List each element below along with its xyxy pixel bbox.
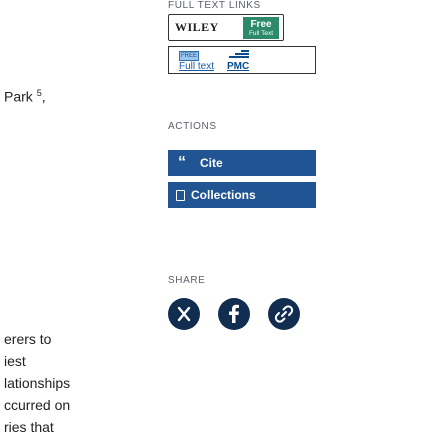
share-facebook-button[interactable] (218, 298, 250, 330)
collections-label: Collections (191, 188, 256, 202)
article-line: Park 5, (4, 88, 46, 105)
share-permalink-button[interactable] (268, 298, 300, 330)
article-line-punctuation: , (41, 88, 46, 105)
pmc-logo-icon (227, 50, 249, 60)
article-line: ccurred on (4, 397, 70, 413)
cite-button[interactable]: “ Cite (168, 150, 316, 176)
article-line: ries that (4, 419, 54, 435)
actions-heading: ACTIONS (168, 121, 217, 132)
quote-icon: “ (178, 154, 186, 171)
wiley-logo-text: WILEY (175, 20, 219, 34)
bookmark-icon (176, 189, 185, 201)
article-line: iest (4, 353, 26, 369)
facebook-icon (229, 304, 239, 323)
full-text-links-heading: FULL TEXT LINKS (168, 0, 261, 11)
free-full-text-badge: Free Full Text (243, 17, 279, 39)
article-line: lationships (4, 375, 70, 391)
article-line-text: Park (4, 88, 37, 105)
pmc-full-text-link[interactable]: FREE Full text PMC (168, 46, 316, 74)
share-x-button[interactable] (168, 298, 200, 330)
pmc-label: PMC (227, 61, 250, 72)
article-text-fragment: Park 5, erers to iest lationships ccurre… (0, 0, 70, 448)
free-tag: FREE (179, 51, 199, 61)
article-line: erers to (4, 331, 52, 347)
collections-button[interactable]: Collections (168, 182, 316, 208)
badge-free-text: Free (250, 18, 272, 30)
x-icon (177, 306, 191, 322)
full-text-label: Full text (179, 61, 215, 72)
permalink-icon (274, 305, 294, 323)
badge-full-text-text: Full Text (248, 29, 274, 37)
share-heading: SHARE (168, 275, 206, 286)
cite-label: Cite (200, 156, 223, 170)
wiley-free-full-text-link[interactable]: WILEY Free Full Text (168, 14, 284, 41)
